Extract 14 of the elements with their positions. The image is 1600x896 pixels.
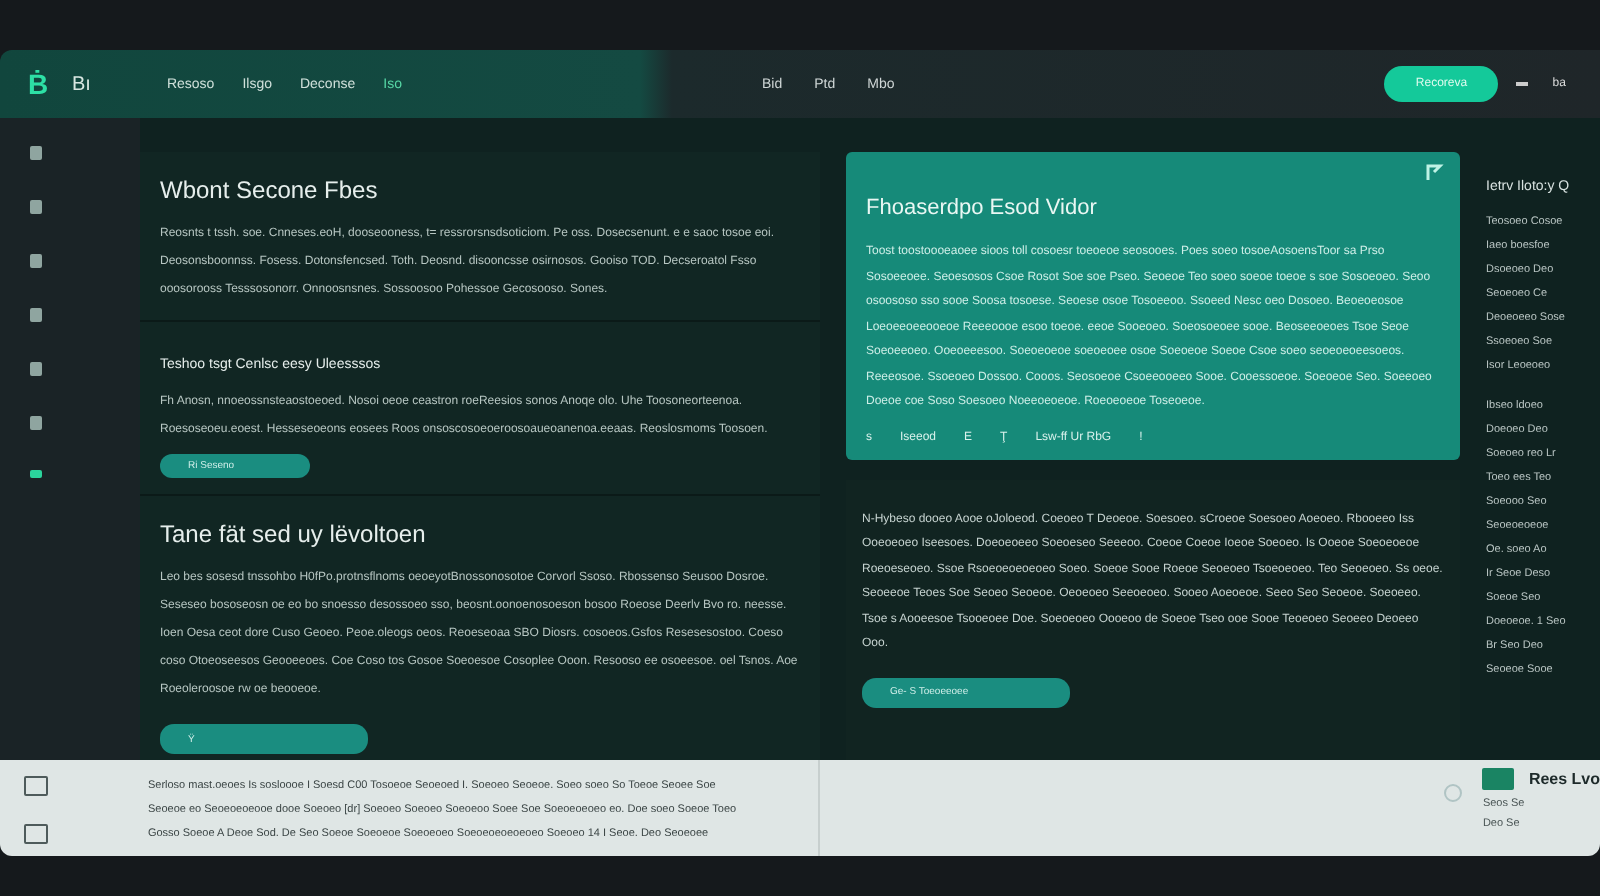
brand-name: Bı: [72, 73, 91, 95]
sidebar-icon[interactable]: [30, 200, 42, 214]
sidebar-icon[interactable]: [30, 416, 42, 430]
section-title: Wbont Secone Fbes: [160, 176, 380, 204]
sidebar-icon[interactable]: [30, 362, 42, 376]
sidebar-icon[interactable]: [30, 146, 42, 160]
pin-icon[interactable]: [1424, 162, 1444, 182]
sidebar-icon[interactable]: [30, 254, 42, 268]
sidebar-icon[interactable]: [30, 470, 42, 478]
sidebar-icon[interactable]: [30, 308, 42, 322]
card-title: Fhoaserdpo Esod Vidor: [866, 196, 1099, 220]
section-title: Tane fät sed uy lëvoltoen: [160, 520, 428, 548]
panel-title: Rees Lvo: [1528, 770, 1600, 788]
logo-icon: Ḃ: [28, 68, 56, 100]
